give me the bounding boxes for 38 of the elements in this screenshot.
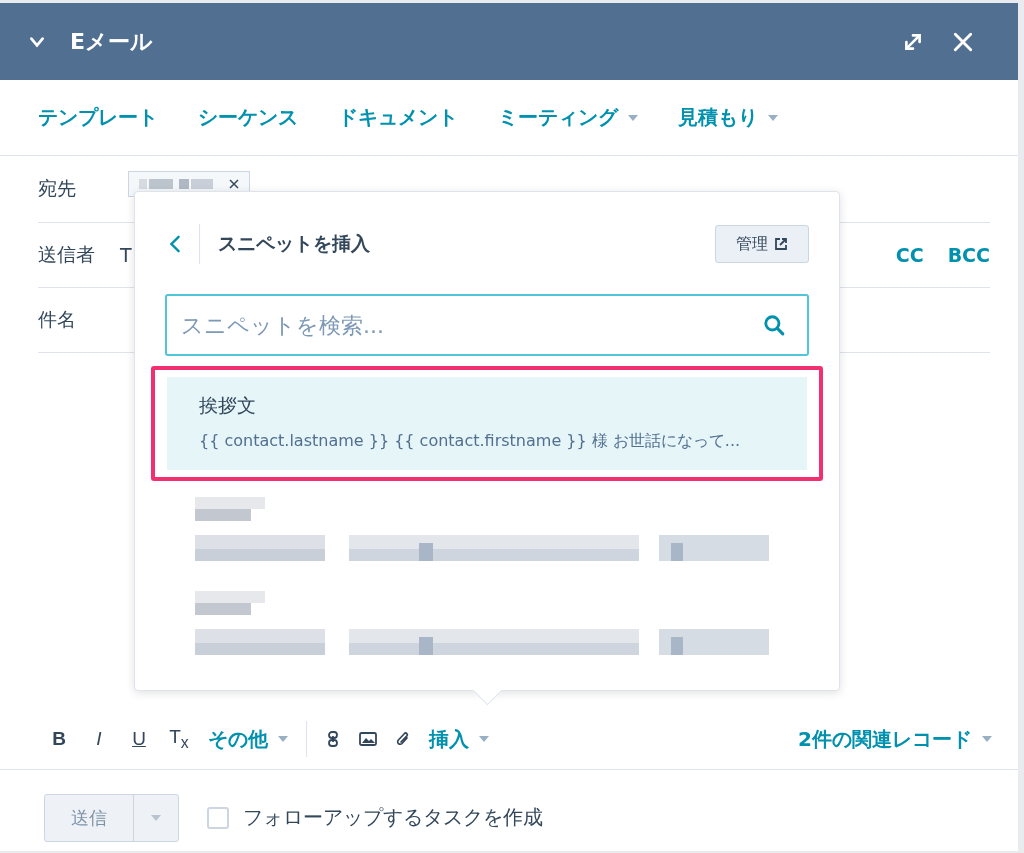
image-icon[interactable] (359, 731, 377, 747)
tab[interactable]: ミーティング (498, 104, 638, 131)
manage-button[interactable]: 管理 (715, 225, 809, 263)
sender-value: T (120, 244, 132, 266)
link-icon[interactable] (325, 731, 341, 747)
field-label: 宛先 (38, 176, 77, 201)
cc-link[interactable]: BCC (947, 244, 990, 266)
format-button[interactable]: B (48, 728, 70, 750)
close-icon[interactable] (952, 30, 974, 53)
window-title: Eメール (70, 27, 154, 56)
caret-icon (479, 736, 489, 742)
search-field[interactable]: スニペットを検索... (165, 294, 809, 356)
popup-title: スニペットを挿入 (218, 231, 370, 256)
external-link-icon (774, 237, 788, 251)
format-button[interactable]: I (88, 728, 110, 750)
field-label: 件名 (38, 307, 77, 332)
tab[interactable]: テンプレート (38, 104, 158, 131)
snippet-preview: {{ contact.lastname }} {{ contact.firstname }} 様 お世話になって... (199, 431, 742, 452)
more-menu[interactable]: その他 (208, 725, 288, 753)
close-icon[interactable] (229, 179, 239, 189)
tab[interactable]: シーケンス (198, 104, 298, 131)
snippet-name: 挨拶文 (199, 393, 257, 418)
paperclip-icon[interactable] (395, 730, 411, 748)
format-button[interactable]: U (128, 728, 150, 750)
back-icon[interactable] (169, 234, 181, 254)
tab[interactable]: ドキュメント (338, 104, 458, 131)
insert-menu[interactable]: 挿入 (429, 725, 489, 753)
field-label: 送信者 (38, 242, 96, 267)
checkbox-label: フォローアップするタスクを作成 (243, 804, 543, 831)
caret-icon (278, 736, 288, 742)
cc-link[interactable]: CC (895, 244, 924, 266)
checkbox[interactable] (207, 806, 229, 829)
tab[interactable]: 見積もり (678, 104, 778, 131)
caret-icon (982, 736, 992, 742)
related-records-menu[interactable]: 2件の関連レコード (798, 725, 992, 753)
search-icon[interactable] (763, 314, 785, 336)
snippet-item[interactable]: 挨拶文 {{ contact.lastname }} {{ contact.firstname }} 様 お世話になって... (167, 377, 807, 470)
format-button[interactable]: T$_{x}$ (168, 726, 190, 752)
